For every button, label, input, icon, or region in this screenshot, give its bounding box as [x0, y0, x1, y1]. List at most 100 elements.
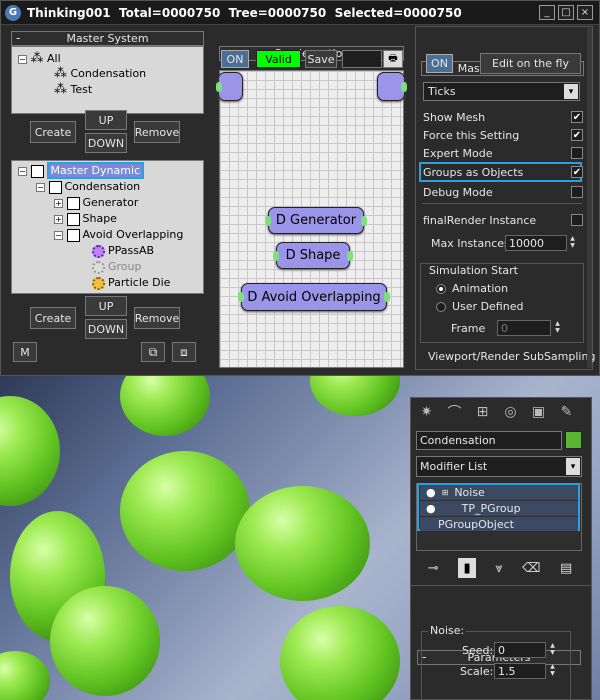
debug-mode-checkbox[interactable]: [571, 186, 583, 198]
tree-item-condensation[interactable]: − Condensation: [36, 179, 140, 195]
save-button[interactable]: Save: [305, 50, 337, 68]
paste-icon[interactable]: ⧈: [172, 342, 196, 362]
down-dynamic-button[interactable]: DOWN: [85, 319, 127, 339]
tree-item-group[interactable]: Group: [92, 259, 142, 275]
option-debug-mode[interactable]: Debug Mode: [423, 183, 583, 201]
hierarchy-tab-icon[interactable]: ⊞: [469, 398, 496, 426]
tree-item-generator[interactable]: + Generator: [54, 195, 138, 211]
collapse-icon[interactable]: −: [18, 166, 27, 176]
remove-dynamic-button[interactable]: Remove: [134, 307, 180, 329]
scrollbar[interactable]: [587, 28, 592, 368]
node-graph-canvas[interactable]: D Generator D Shape D Avoid Overlapping: [216, 70, 407, 368]
condensation-on-button[interactable]: ON: [221, 50, 249, 68]
create-tab-icon[interactable]: ✷: [413, 398, 440, 426]
option-groups-as-objects[interactable]: Groups as Objects ✔: [423, 163, 583, 181]
port[interactable]: [401, 81, 407, 92]
port[interactable]: [265, 215, 271, 226]
radio-user-defined[interactable]: User Defined: [436, 300, 523, 313]
m-button[interactable]: M: [13, 342, 37, 362]
spinner-arrows-icon[interactable]: ▲ ▼: [553, 320, 562, 336]
tree-item-master-dynamic[interactable]: − Master Dynamic: [18, 162, 145, 179]
remove-button[interactable]: Remove: [134, 121, 180, 143]
collapse-icon[interactable]: −: [36, 182, 45, 192]
expert-mode-checkbox[interactable]: [571, 147, 583, 159]
option-expert-mode[interactable]: Expert Mode: [423, 144, 583, 162]
chevron-down-icon[interactable]: ▾: [564, 84, 578, 99]
collapse-icon[interactable]: −: [18, 54, 27, 64]
spinner-arrows-icon[interactable]: ▲ ▼: [548, 663, 557, 679]
copy-icon[interactable]: ⧉: [141, 342, 165, 362]
name-field[interactable]: [342, 50, 382, 68]
stack-item-pgroupobject[interactable]: PGroupObject: [420, 517, 578, 531]
expand-icon[interactable]: ⊞: [442, 488, 449, 497]
radio-selected-icon[interactable]: [436, 283, 446, 294]
down-button[interactable]: DOWN: [85, 133, 127, 153]
seed-field[interactable]: 0: [494, 642, 546, 658]
port[interactable]: [384, 292, 390, 302]
object-color-swatch[interactable]: [565, 431, 582, 449]
utilities-tab-icon[interactable]: ✎: [553, 398, 580, 426]
expand-icon[interactable]: +: [54, 198, 63, 208]
object-name-field[interactable]: Condensation: [416, 431, 562, 450]
configure-sets-icon[interactable]: ▤: [560, 561, 572, 576]
chevron-down-icon[interactable]: ▾: [566, 458, 580, 475]
lightbulb-icon[interactable]: ●: [426, 502, 436, 515]
ticks-dropdown[interactable]: Ticks ▾: [423, 82, 580, 101]
port[interactable]: [347, 250, 353, 261]
tree-item-test[interactable]: ⁂ Test: [54, 82, 92, 98]
viewport-subsampling-label[interactable]: Viewport/Render SubSampling: [428, 350, 595, 363]
port[interactable]: [238, 292, 244, 302]
force-setting-checkbox[interactable]: ✔: [571, 129, 583, 141]
option-show-mesh[interactable]: Show Mesh ✔: [423, 108, 583, 126]
option-force-setting[interactable]: Force this Setting ✔: [423, 126, 583, 144]
master-system-header[interactable]: - Master System: [11, 31, 204, 46]
modify-tab-icon[interactable]: ⌒: [441, 398, 468, 426]
lightbulb-icon[interactable]: ●: [426, 486, 436, 499]
tree-item-particle-die[interactable]: Particle Die: [92, 275, 170, 291]
d-generator-node[interactable]: D Generator: [265, 207, 367, 234]
stack-item-noise[interactable]: ● ⊞ Noise: [420, 485, 578, 500]
collapse-icon[interactable]: −: [54, 230, 63, 240]
port[interactable]: [216, 81, 222, 92]
motion-tab-icon[interactable]: ◎: [497, 398, 524, 426]
tree-item-ppassab[interactable]: PPassAB: [92, 243, 154, 259]
minimize-button[interactable]: _: [539, 5, 555, 20]
show-end-result-icon[interactable]: ▮: [458, 558, 477, 578]
create-dynamic-button[interactable]: Create: [30, 307, 76, 329]
scale-field[interactable]: 1.5: [494, 663, 546, 679]
output-node[interactable]: [377, 72, 407, 101]
spinner-arrows-icon[interactable]: ▲ ▼: [568, 235, 577, 251]
pin-stack-icon[interactable]: ⊸: [428, 561, 439, 576]
radio-animation[interactable]: Animation: [436, 282, 508, 295]
port[interactable]: [273, 250, 279, 261]
tree-item-avoid-overlapping[interactable]: − Avoid Overlapping: [54, 227, 183, 243]
tree-item-all[interactable]: − ⁂ All: [18, 51, 61, 67]
d-avoid-overlapping-node[interactable]: D Avoid Overlapping: [238, 283, 390, 311]
port[interactable]: [361, 215, 367, 226]
frame-field[interactable]: 0: [497, 320, 551, 336]
tree-item-shape[interactable]: + Shape: [54, 211, 117, 227]
valid-button[interactable]: Valid: [256, 50, 301, 68]
display-tab-icon[interactable]: ▣: [525, 398, 552, 426]
close-button[interactable]: ×: [577, 5, 593, 20]
input-node[interactable]: [216, 72, 243, 101]
modifier-list-dropdown[interactable]: Modifier List ▾: [416, 456, 582, 477]
edit-on-the-fly-button[interactable]: Edit on the fly: [480, 53, 581, 74]
finalrender-checkbox[interactable]: [571, 214, 583, 226]
max-instances-field[interactable]: 10000: [505, 235, 567, 251]
up-dynamic-button[interactable]: UP: [85, 296, 127, 316]
remove-modifier-icon[interactable]: ⌫: [522, 561, 540, 576]
option-finalrender-instance[interactable]: finalRender Instance: [423, 211, 583, 229]
show-mesh-checkbox[interactable]: ✔: [571, 111, 583, 123]
stack-item-tp-pgroup[interactable]: ● TP_PGroup: [420, 501, 578, 516]
maximize-button[interactable]: □: [558, 5, 574, 20]
groups-as-objects-checkbox[interactable]: ✔: [571, 166, 583, 178]
d-shape-node[interactable]: D Shape: [273, 242, 353, 269]
spinner-arrows-icon[interactable]: ▲ ▼: [548, 642, 557, 658]
up-button[interactable]: UP: [85, 110, 127, 130]
print-icon[interactable]: 🖶: [383, 50, 403, 68]
make-unique-icon[interactable]: ⩔: [495, 561, 502, 576]
master-dynamic-on-button[interactable]: ON: [426, 54, 453, 73]
tree-item-condensation[interactable]: ⁂ Condensation: [54, 66, 146, 82]
radio-icon[interactable]: [436, 301, 446, 312]
